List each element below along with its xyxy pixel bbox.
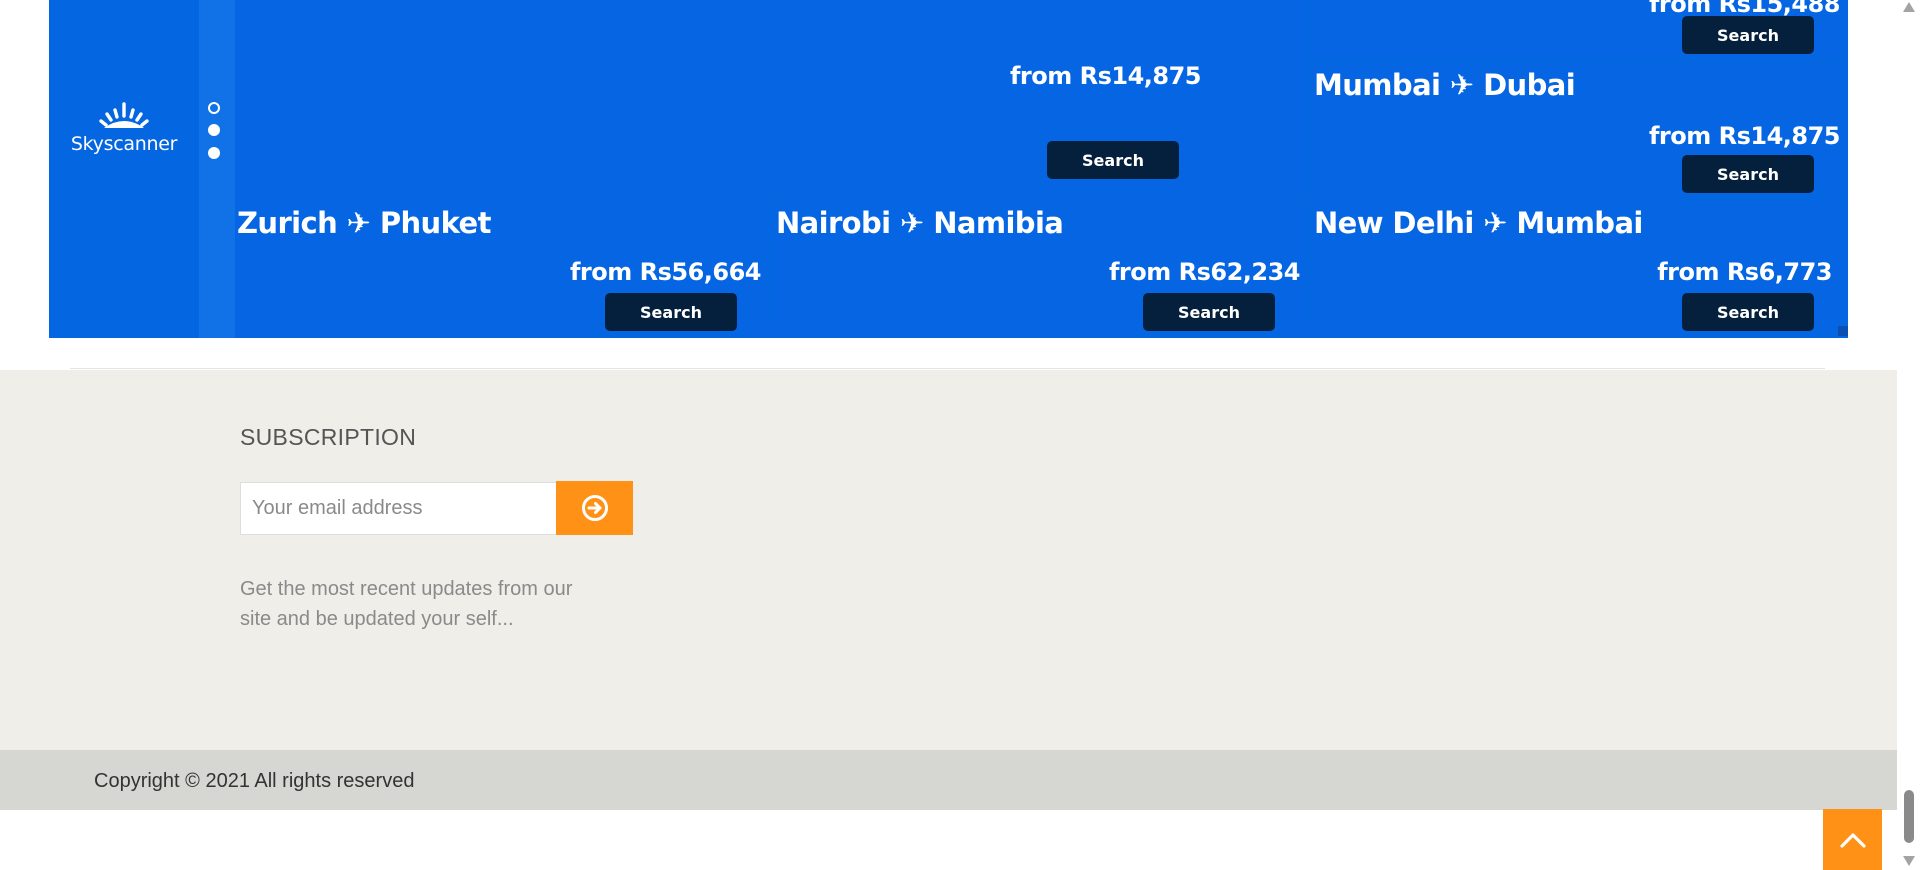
deal-route: Mumbai ✈ Dubai: [1314, 68, 1576, 102]
chevron-up-icon: [1839, 832, 1866, 848]
logo-column: Skyscanner: [49, 0, 199, 338]
deal-route: Zurich ✈ Phuket: [237, 206, 491, 240]
deal-price: from Rs6,773: [1657, 258, 1832, 286]
copyright-text: Copyright © 2021 All rights reserved: [94, 770, 415, 792]
arrow-circle-right-icon: [581, 495, 608, 521]
skyscanner-banner: Skyscanner from Rs15,488 Search from Rs1…: [49, 0, 1848, 338]
search-button[interactable]: Search: [1047, 141, 1179, 179]
scroll-up-arrow-icon[interactable]: [1903, 2, 1915, 12]
subscribe-button[interactable]: [556, 481, 633, 535]
featured-deal-tile: from Rs14,875 Search: [235, 0, 1303, 193]
carousel-dot-2[interactable]: [208, 124, 220, 136]
deal-price: from Rs56,664: [569, 258, 762, 286]
deal-price: from Rs62,234: [1108, 258, 1301, 286]
deal-route: New Delhi ✈ Mumbai: [1314, 206, 1643, 240]
email-field[interactable]: [240, 482, 558, 535]
deal-route: Nairobi ✈ Namibia: [776, 206, 1064, 240]
sunrise-icon: [99, 102, 149, 128]
resize-handle[interactable]: [1838, 326, 1848, 336]
deal-tile: from Rs15,488 Search: [1312, 0, 1844, 56]
copyright-bar: Copyright © 2021 All rights reserved: [0, 750, 1897, 810]
divider: [70, 368, 1825, 369]
search-button[interactable]: Search: [1682, 16, 1814, 54]
deal-tile: New Delhi ✈ Mumbai from Rs6,773 Search: [1312, 202, 1844, 332]
deal-price: from Rs14,875: [1648, 122, 1841, 150]
deal-tile: Nairobi ✈ Namibia from Rs62,234 Search: [774, 202, 1304, 332]
subscription-title: SUBSCRIPTION: [240, 424, 417, 450]
subscription-description: Get the most recent updates from our sit…: [240, 578, 573, 630]
skyscanner-logo[interactable]: Skyscanner: [65, 100, 183, 155]
scroll-down-arrow-icon[interactable]: [1903, 856, 1915, 866]
carousel-dots: [199, 0, 235, 338]
scroll-to-top-button[interactable]: [1823, 809, 1882, 870]
search-button[interactable]: Search: [605, 293, 737, 331]
carousel-dot-1[interactable]: [208, 102, 220, 114]
logo-text: Skyscanner: [70, 133, 178, 155]
deal-tile: Mumbai ✈ Dubai from Rs14,875 Search: [1312, 64, 1844, 193]
deal-tile: Zurich ✈ Phuket from Rs56,664 Search: [235, 202, 765, 332]
scrollbar[interactable]: [1898, 0, 1920, 870]
scrollbar-thumb[interactable]: [1904, 790, 1914, 843]
deal-price: from Rs14,875: [1009, 62, 1202, 90]
search-button[interactable]: Search: [1143, 293, 1275, 331]
search-button[interactable]: Search: [1682, 293, 1814, 331]
search-button[interactable]: Search: [1682, 155, 1814, 193]
carousel-dot-3[interactable]: [208, 147, 220, 159]
